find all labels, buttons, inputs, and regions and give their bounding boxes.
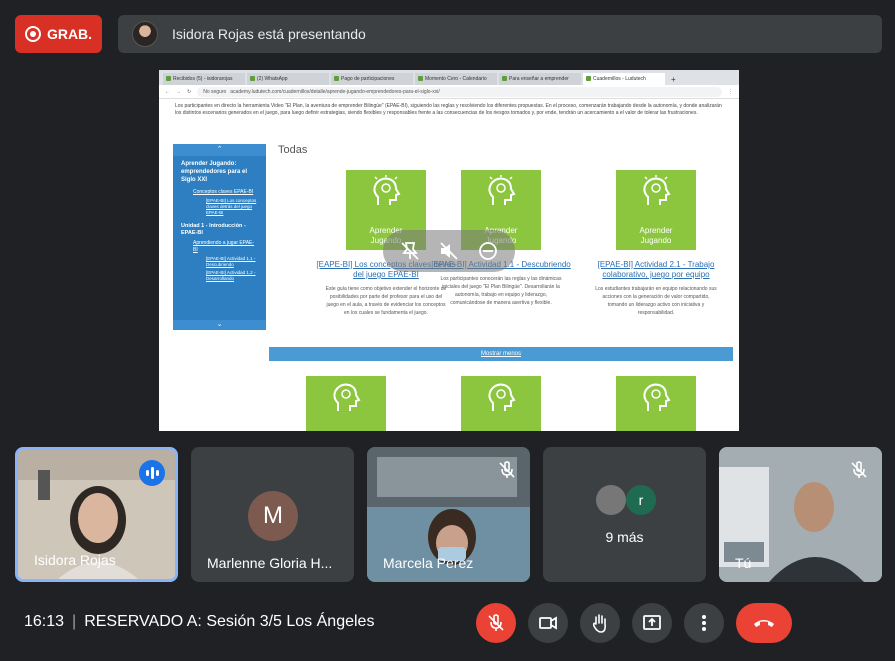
card-title-link: [EPAE-BI] Actividad 2.1 - Trabajo colabo… [597, 260, 715, 279]
card-description: Los participantes conocerán las reglas y… [440, 276, 562, 306]
browser-tab: Recibidos (5) - isidorarojas [163, 73, 245, 85]
participant-tile[interactable]: Marcela Perez [367, 447, 530, 582]
recording-label: GRAB. [46, 26, 93, 42]
participant-name: Isidora Rojas [34, 552, 116, 568]
sidebar-subitem: [EPAE-BI] Actividad 1.1 - Descubriendo [206, 256, 256, 267]
avatar: M [248, 491, 298, 541]
card-thumbnail [306, 376, 386, 431]
chevron-down-icon: ⌄ [173, 320, 266, 330]
browser-tab: Pago de participaciones [331, 73, 413, 85]
head-bulb-icon [373, 175, 401, 205]
more-options-button[interactable] [684, 603, 724, 643]
card-thumbnail [461, 376, 541, 431]
head-bulb-icon [643, 175, 671, 205]
more-vert-icon [702, 615, 706, 631]
show-less-bar: Mostrar menos [269, 347, 733, 361]
meeting-title: RESERVADO A: Sesión 3/5 Los Ángeles [84, 613, 375, 630]
participant-tile-self[interactable]: Tú [719, 447, 882, 582]
head-bulb-icon [643, 383, 671, 411]
browser-tab: (2) WhatsApp [247, 73, 329, 85]
browser-tab: Para enseñar a emprender [499, 73, 581, 85]
pin-off-icon[interactable] [399, 240, 421, 262]
microphone-toggle-button[interactable] [476, 603, 516, 643]
camera-toggle-button[interactable] [528, 603, 568, 643]
browser-tab: Momento Cero - Calendario [415, 73, 497, 85]
section-title: Todas [278, 144, 308, 156]
camera-icon [539, 616, 557, 630]
thumb-label: Jugando [640, 236, 672, 245]
forward-icon: → [176, 88, 181, 95]
separator: | [72, 613, 77, 630]
url-field: No seguro academy.ludutech.com/cuadernil… [197, 86, 722, 97]
participant-name: Marcela Perez [383, 555, 474, 571]
hand-icon [592, 614, 606, 633]
remove-icon[interactable] [477, 240, 499, 262]
meeting-info: 16:13 | RESERVADO A: Sesión 3/5 Los Ángele… [24, 613, 374, 631]
record-icon [24, 26, 41, 42]
participant-name: Marlenne Gloria H... [207, 555, 333, 571]
thumb-label: Aprender [639, 226, 673, 235]
presenting-banner: Isidora Rojas está presentando [118, 15, 882, 53]
intro-paragraph: Los participantes en directo la herramie… [175, 103, 722, 116]
meet-app: GRAB. Isidora Rojas está presentando Rec… [0, 0, 895, 661]
security-label: No seguro [203, 88, 227, 95]
card-description: Los estudiantes trabajarán en equipo rel… [595, 286, 717, 316]
recording-badge[interactable]: GRAB. [15, 15, 102, 53]
volume-off-icon[interactable] [438, 240, 460, 262]
leave-call-button[interactable] [736, 603, 792, 643]
reload-icon: ↻ [187, 88, 192, 95]
speaking-indicator-icon [139, 460, 165, 486]
chevron-up-icon: ⌃ [173, 144, 266, 156]
sidebar-unit: Unidad 1 - Introducción - EPAE-BI [181, 223, 246, 236]
extensions-icon: ⋮ [728, 88, 733, 95]
url-text: academy.ludutech.com/cuadernillos/detall… [230, 88, 440, 95]
presenting-text: Isidora Rojas está presentando [172, 26, 366, 42]
participant-tile[interactable]: M Marlenne Gloria H... [191, 447, 354, 582]
sidebar-item: Conceptos claves EPAE-BI [193, 189, 254, 195]
present-icon [643, 615, 661, 630]
browser-tabstrip: Recibidos (5) - isidorarojas (2) WhatsAp… [159, 70, 739, 85]
browser-tab-active: Cuadernillos - Ludutech [583, 73, 665, 85]
participant-name: Tú [735, 555, 752, 571]
presenter-avatar [132, 21, 158, 47]
present-screen-button[interactable] [632, 603, 672, 643]
sidebar-subitem: [EPAE-BI] Los conceptos claves detrás de… [206, 198, 257, 215]
sidebar-item: Aprendiendo a jugar EPAE-BI [193, 240, 255, 253]
participant-tile-more[interactable]: r 9 más [543, 447, 706, 582]
avatar: r [626, 485, 656, 515]
more-participants-label: 9 más [605, 529, 644, 545]
new-tab-icon: + [671, 75, 676, 84]
head-bulb-icon [488, 383, 516, 411]
back-icon: ← [165, 88, 170, 95]
participant-tile-self-presenter[interactable]: Isidora Rojas [15, 447, 178, 582]
course-sidebar: ⌃ Aprender Jugando: emprendedores para e… [173, 144, 266, 330]
avatar [596, 485, 626, 515]
card-thumbnail [616, 376, 696, 431]
head-bulb-icon [333, 383, 361, 411]
hang-up-icon [754, 620, 774, 627]
address-bar: ← → ↻ No seguro academy.ludutech.com/cua… [159, 85, 739, 99]
shared-screen: Recibidos (5) - isidorarojas (2) WhatsAp… [159, 70, 739, 431]
raise-hand-button[interactable] [580, 603, 620, 643]
head-bulb-icon [488, 175, 516, 205]
mic-off-icon [851, 461, 867, 478]
clock-time: 16:13 [24, 613, 65, 630]
sidebar-title: Aprender Jugando: emprendedores para el … [181, 161, 248, 183]
mic-off-icon [499, 461, 515, 478]
card-thumbnail: AprenderJugando [616, 170, 696, 250]
sidebar-subitem: [EPAE-BI] Actividad 1.2 - Desarrollando [206, 270, 256, 281]
mic-off-icon [488, 614, 504, 631]
presenter-overlay-controls [383, 230, 515, 272]
course-card: Aprender Jugando [EPAE-BI] Actividad 2.1 … [581, 170, 731, 317]
